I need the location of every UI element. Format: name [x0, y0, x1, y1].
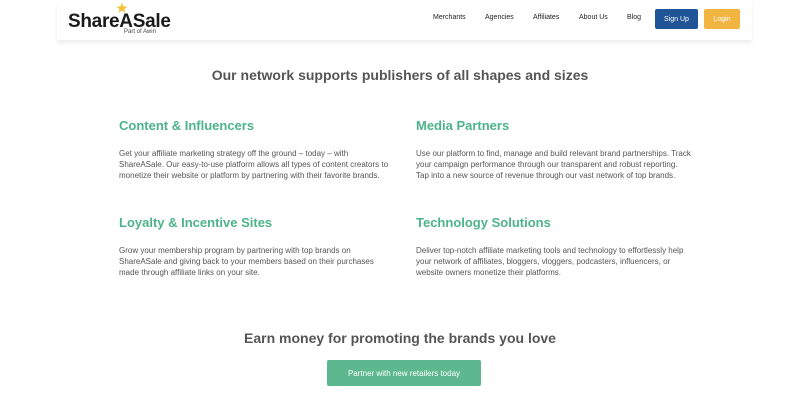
- card-body-media-partners: Use our platform to find, manage and bui…: [416, 149, 691, 180]
- card-body-content-influencers: Get your affiliate marketing strategy of…: [119, 149, 389, 180]
- nav-agencies[interactable]: Agencies: [485, 14, 514, 21]
- card-title-content-influencers: Content & Influencers: [119, 118, 255, 133]
- nav-affiliates[interactable]: Affiliates: [533, 14, 559, 21]
- card-body-technology-solutions: Deliver top-notch affiliate marketing to…: [416, 246, 684, 277]
- card-title-loyalty-incentive: Loyalty & Incentive Sites: [119, 215, 273, 230]
- page-headline: Our network supports publishers of all s…: [211, 67, 589, 83]
- login-button[interactable]: Login: [704, 9, 740, 29]
- partner-cta-button[interactable]: Partner with new retailers today: [327, 360, 481, 386]
- logo-subtext: Part of Awin: [124, 29, 156, 35]
- card-title-technology-solutions: Technology Solutions: [416, 215, 551, 230]
- nav-blog[interactable]: Blog: [627, 14, 641, 21]
- card-body-loyalty-incentive: Grow your membership program by partneri…: [119, 246, 374, 277]
- nav-about-us[interactable]: About Us: [579, 14, 608, 21]
- card-title-media-partners: Media Partners: [416, 118, 510, 133]
- sign-up-button[interactable]: Sign Up: [655, 9, 698, 29]
- site-header: ShareASale Part of Awin Merchants Agenci…: [57, 0, 752, 40]
- nav-merchants[interactable]: Merchants: [433, 14, 466, 21]
- cta-headline: Earn money for promoting the brands you …: [244, 330, 556, 346]
- logo[interactable]: ShareASale Part of Awin: [68, 2, 171, 37]
